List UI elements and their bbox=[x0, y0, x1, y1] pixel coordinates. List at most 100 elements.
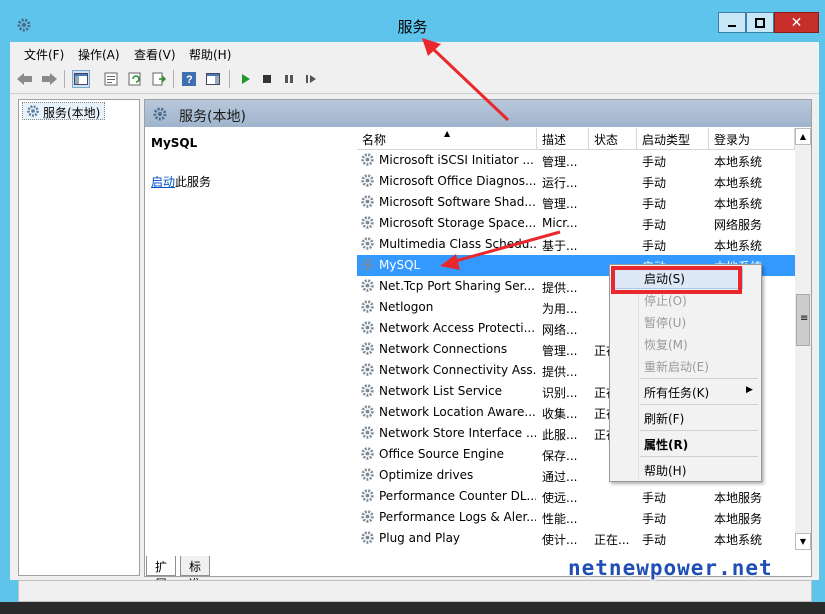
context-menu-refresh[interactable]: 刷新(F) bbox=[644, 410, 684, 427]
forward-arrow-icon[interactable] bbox=[40, 70, 58, 88]
service-description: 此服... bbox=[542, 428, 578, 442]
service-description: 管理... bbox=[542, 344, 578, 358]
table-row[interactable]: Microsoft Office Diagnos... 运行... 手动 本地系统 bbox=[357, 171, 795, 192]
tab-standard[interactable]: 标准 bbox=[180, 556, 211, 591]
service-name: Office Source Engine bbox=[379, 447, 504, 461]
service-name: Optimize drives bbox=[379, 468, 474, 482]
context-menu-separator bbox=[640, 378, 758, 379]
close-icon: ✕ bbox=[790, 14, 803, 31]
column-header-name[interactable]: 名称 ▲ bbox=[357, 128, 537, 150]
sort-ascending-icon: ▲ bbox=[444, 129, 451, 138]
context-menu-help[interactable]: 帮助(H) bbox=[644, 462, 686, 479]
start-service-link[interactable]: 启动 bbox=[151, 175, 175, 189]
context-menu-all-tasks[interactable]: 所有任务(K) bbox=[644, 384, 709, 401]
service-logon: 网络服务 bbox=[714, 218, 763, 232]
properties-icon[interactable] bbox=[102, 70, 120, 88]
service-gear-icon bbox=[360, 320, 375, 338]
service-name: Net.Tcp Port Sharing Ser... bbox=[379, 279, 535, 293]
table-row[interactable]: Microsoft iSCSI Initiator ... 管理... 手动 本地系统 bbox=[357, 150, 795, 171]
show-action-pane-icon[interactable] bbox=[204, 70, 222, 88]
service-name: Netlogon bbox=[379, 300, 434, 314]
table-row[interactable]: Microsoft Software Shad... 管理... 手动 本地系统 bbox=[357, 192, 795, 213]
service-name: Network Location Aware... bbox=[379, 405, 536, 419]
minimize-button[interactable] bbox=[718, 12, 746, 33]
context-menu-restart[interactable]: 重新启动(E) bbox=[644, 358, 709, 375]
table-row[interactable]: Multimedia Class Schedu... 基于... 手动 本地系统 bbox=[357, 234, 795, 255]
service-description: 收集... bbox=[542, 407, 578, 421]
column-header-description[interactable]: 描述 bbox=[537, 128, 589, 150]
service-description: 提供... bbox=[542, 365, 578, 379]
service-description: 通过... bbox=[542, 470, 578, 484]
start-service-icon[interactable] bbox=[236, 70, 254, 88]
maximize-button[interactable] bbox=[746, 12, 774, 33]
service-name: Multimedia Class Schedu... bbox=[379, 237, 536, 251]
restart-service-icon[interactable] bbox=[302, 70, 320, 88]
context-menu-properties[interactable]: 属性(R) bbox=[644, 436, 688, 453]
panel-header: 服务(本地) bbox=[145, 100, 811, 127]
service-gear-icon bbox=[360, 215, 375, 233]
table-row[interactable]: Plug and Play 使计... 正在... 手动 本地系统 bbox=[357, 528, 795, 549]
column-header-logon-as[interactable]: 登录为 bbox=[709, 128, 795, 150]
stop-service-icon[interactable] bbox=[258, 70, 276, 88]
service-description: 基于... bbox=[542, 239, 578, 253]
menu-help[interactable]: 帮助(H) bbox=[189, 46, 231, 63]
pause-service-icon[interactable] bbox=[280, 70, 298, 88]
service-name: MySQL bbox=[379, 258, 421, 272]
close-button[interactable]: ✕ bbox=[774, 12, 819, 33]
console-tree: 服务(本地) bbox=[18, 99, 140, 576]
help-icon[interactable]: ? bbox=[180, 70, 198, 88]
table-row[interactable]: Microsoft Storage Space... Micr... 手动 网络服务 bbox=[357, 213, 795, 234]
service-description: 保存... bbox=[542, 449, 578, 463]
tab-extended[interactable]: 扩展 bbox=[146, 556, 177, 591]
tree-item-services-local[interactable]: 服务(本地) bbox=[22, 102, 106, 121]
title-bar[interactable]: 服务 ✕ bbox=[0, 0, 825, 42]
back-arrow-icon[interactable] bbox=[16, 70, 34, 88]
context-menu-resume[interactable]: 恢复(M) bbox=[644, 336, 688, 353]
service-gear-icon bbox=[360, 404, 375, 422]
service-name: Microsoft Software Shad... bbox=[379, 195, 536, 209]
scroll-thumb[interactable]: ≡ bbox=[796, 294, 810, 346]
menu-action[interactable]: 操作(A) bbox=[78, 46, 120, 63]
service-startup-type: 手动 bbox=[642, 176, 667, 190]
table-row[interactable]: Performance Logs & Aler... 性能... 手动 本地服务 bbox=[357, 507, 795, 528]
service-logon: 本地服务 bbox=[714, 512, 763, 526]
scroll-down-icon[interactable]: ▼ bbox=[795, 533, 811, 550]
context-menu: 启动(S) 停止(O) 暂停(U) 恢复(M) 重新启动(E) 所有任务(K) … bbox=[609, 264, 762, 482]
annotation-highlight-box bbox=[611, 266, 742, 294]
service-name: Network Connections bbox=[379, 342, 508, 356]
vertical-scrollbar[interactable]: ▲ ≡ ▼ bbox=[795, 128, 811, 550]
status-bar bbox=[18, 580, 812, 602]
show-hide-console-tree-icon[interactable] bbox=[72, 70, 90, 88]
column-header-status[interactable]: 状态 bbox=[589, 128, 637, 150]
menu-file[interactable]: 文件(F) bbox=[24, 46, 64, 63]
service-gear-icon bbox=[360, 362, 375, 380]
service-gear-icon bbox=[360, 236, 375, 254]
service-description: 运行... bbox=[542, 176, 578, 190]
export-list-icon[interactable] bbox=[150, 70, 168, 88]
service-gear-icon bbox=[360, 383, 375, 401]
service-description: 使计... bbox=[542, 533, 578, 547]
service-gear-icon bbox=[360, 467, 375, 485]
selected-service-name: MySQL bbox=[151, 136, 198, 150]
service-gear-icon bbox=[360, 194, 375, 212]
gear-icon bbox=[152, 106, 168, 125]
menu-bar: 文件(F) 操作(A) 查看(V) 帮助(H) bbox=[10, 42, 819, 64]
watermark-text: netnewpower.net bbox=[568, 556, 773, 580]
context-menu-stop[interactable]: 停止(O) bbox=[644, 292, 687, 309]
submenu-arrow-icon: ▶ bbox=[746, 385, 753, 395]
services-window: 服务 ✕ 文件(F) 操作(A) 查看(V) 帮助(H) ? 服务(本地) 服务… bbox=[0, 0, 825, 614]
service-gear-icon bbox=[360, 488, 375, 506]
refresh-icon[interactable] bbox=[126, 70, 144, 88]
gear-icon bbox=[26, 104, 40, 121]
start-service-action: 启动此服务 bbox=[151, 173, 211, 190]
panel-title: 服务(本地) bbox=[179, 109, 246, 125]
service-startup-type: 手动 bbox=[642, 491, 667, 505]
context-menu-pause[interactable]: 暂停(U) bbox=[644, 314, 686, 331]
service-startup-type: 手动 bbox=[642, 239, 667, 253]
column-header-startup-type[interactable]: 启动类型 bbox=[637, 128, 709, 150]
service-gear-icon bbox=[360, 530, 375, 548]
menu-view[interactable]: 查看(V) bbox=[134, 46, 176, 63]
table-row[interactable]: Performance Counter DL... 使远... 手动 本地服务 bbox=[357, 486, 795, 507]
scroll-up-icon[interactable]: ▲ bbox=[795, 128, 811, 145]
service-gear-icon bbox=[360, 152, 375, 170]
